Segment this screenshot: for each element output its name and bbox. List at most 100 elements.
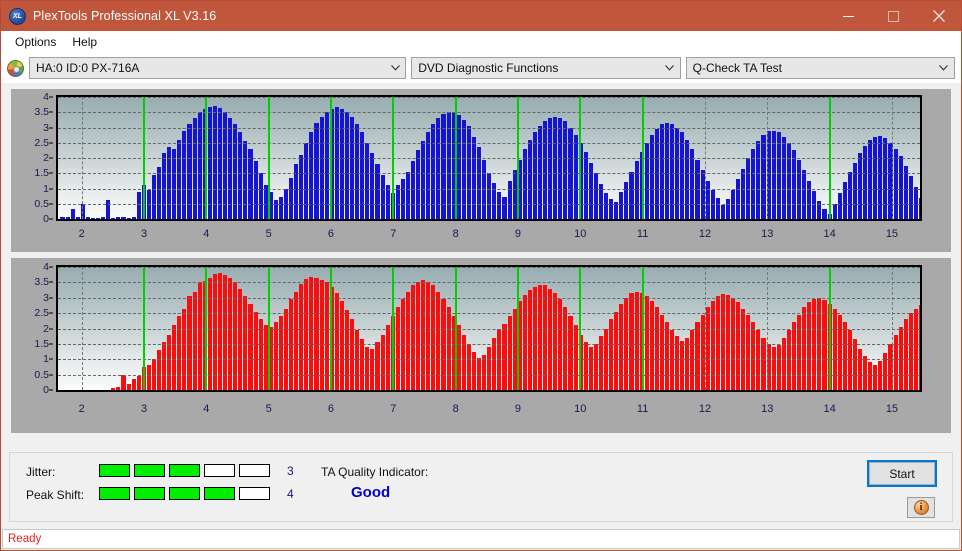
chart-bar [258,319,263,390]
track-marker [392,267,395,390]
chart-bar [253,161,258,219]
chart-bar [304,279,309,390]
chart-bar [136,191,141,219]
chart-bar [116,217,121,219]
chart-bar [604,193,609,219]
y-tick [49,389,53,391]
chart-bar [573,325,578,390]
chart-bar [527,139,532,219]
meter-cell [239,464,270,477]
meter-cell [134,464,165,477]
minimize-icon[interactable] [826,1,871,31]
results-panel: Jitter: 3 Peak Shift: 4 TA Quality Indic… [1,448,961,529]
menu-item-options[interactable]: Options [7,33,64,51]
x-tick-label: 2 [78,228,85,240]
chart-bar [243,141,248,219]
chart-bar [248,303,253,390]
chart-bar [314,277,319,390]
chart-bar [172,325,177,390]
chart-bar [289,177,294,219]
close-icon[interactable] [916,1,961,31]
chart-bar [761,135,766,219]
track-marker [329,97,332,219]
chart-bar [680,132,685,219]
chart-bar [466,343,471,390]
function-select[interactable]: DVD Diagnostic Functions [411,57,681,79]
chart-bar [339,300,344,390]
x-tick-label: 12 [698,228,712,240]
chart-bar [771,346,776,390]
chart-bar [664,322,670,390]
meter-cell [99,464,130,477]
x-tick-label: 14 [823,228,836,240]
jitter-chart-plot [56,95,922,221]
chart-bar [365,142,370,219]
track-marker [516,97,519,219]
chart-bar [873,136,878,219]
chart-bar [913,308,918,390]
start-button[interactable]: Start [867,460,937,487]
chart-bar [223,274,228,390]
chart-bar [162,342,167,390]
charts-area: 0 0.5 1 1.5 2 2.5 3 3.5 4 2 3 4 5 6 7 8 9 10 11 12 13 14 15 0… [1,83,961,448]
x-tick-label: 11 [636,228,649,240]
chart-bar [85,217,90,219]
drive-select[interactable]: HA:0 ID:0 PX-716A [29,57,407,79]
chart-bar [75,217,80,219]
info-button[interactable]: i [907,497,935,518]
track-marker [267,267,270,390]
chart-bar [654,306,659,390]
y-tick-label: 0.5 [34,368,49,381]
gridline-horizontal [58,97,920,98]
y-tick-label: 1.5 [34,167,49,180]
chart-bar [405,171,410,219]
x-tick-label: 14 [823,403,836,415]
chart-bar [837,193,842,219]
chart-bar [522,148,527,219]
chart-bar [791,150,797,219]
x-tick-label: 6 [327,228,335,240]
chart-bar [212,106,217,219]
chart-bar [680,340,685,390]
track-marker [828,97,831,219]
gridline-horizontal [58,188,920,190]
chart-bar [588,162,593,219]
test-select[interactable]: Q-Check TA Test [685,57,955,79]
x-tick-label: 5 [265,403,272,415]
x-tick-label: 13 [761,228,774,240]
chart-bar [822,209,827,219]
y-tick [49,343,53,345]
chart-bar [690,148,695,219]
chart-bar [583,151,588,219]
x-tick-label: 3 [140,228,148,240]
chart-bar [207,277,212,390]
chart-bar [90,217,96,219]
chart-bar [908,313,913,390]
chart-bar [487,346,492,390]
chart-bar [903,319,908,390]
chart-bar [858,348,863,390]
chart-bar [868,362,873,390]
chart-bar [431,124,436,219]
chart-bar [705,180,710,219]
chart-bar [725,294,731,390]
chart-bar [837,314,842,390]
peakshift-chart-y-axis: 0 0.5 1 1.5 2 2.5 3 3.5 4 [11,261,53,396]
chart-bar [710,300,715,390]
chart-bar [273,322,278,390]
chart-bar [380,174,385,219]
chart-bar [157,167,162,219]
x-tick-label: 6 [327,403,335,415]
chart-bar [446,306,451,390]
chart-bar [852,162,857,219]
chart-bar [502,197,507,219]
gridline-vertical [891,267,893,390]
y-tick [49,312,53,314]
chart-bar [649,300,654,390]
maximize-icon[interactable] [871,1,916,31]
chart-bar [471,136,477,219]
chart-bar [781,337,786,390]
menu-item-help[interactable]: Help [64,33,105,51]
track-marker [143,267,145,390]
track-marker [205,97,208,219]
